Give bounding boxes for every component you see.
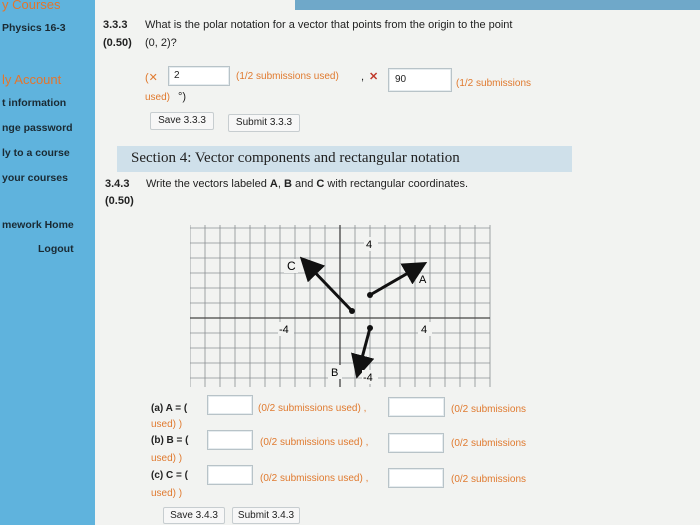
vector-c-tail	[349, 308, 355, 314]
sidebar-item-change-password[interactable]: nge password	[2, 122, 73, 134]
submissions-used-2-cont: used)	[145, 92, 171, 103]
q-text-pre: Write the vectors labeled	[146, 178, 270, 190]
vector-a-ref: A	[269, 178, 278, 190]
sidebar-item-logout[interactable]: Logout	[38, 243, 74, 255]
header-strip	[295, 0, 700, 10]
vector-a-y-input[interactable]	[388, 397, 445, 417]
comma-separator: ,	[361, 71, 365, 83]
question-points-2: (0.50)	[105, 195, 134, 207]
sidebar-item-apply-to-course[interactable]: ly to a course	[2, 147, 70, 159]
save-3-3-3-button[interactable]: Save 3.3.3	[150, 112, 214, 130]
angle-value: 90	[395, 74, 407, 85]
sidebar-item-your-courses[interactable]: your courses	[2, 172, 68, 184]
row-a-submissions-left: (0/2 submissions used) ,	[258, 403, 367, 414]
sidebar-item-homework-home[interactable]: mework Home	[2, 219, 74, 231]
question-text-2: Write the vectors labeled A, B and C wit…	[146, 178, 468, 190]
magnitude-input[interactable]: 2	[168, 66, 230, 86]
sidebar-item-my-account[interactable]: ly Account	[2, 72, 61, 87]
row-a-submissions-right: (0/2 submissions	[451, 404, 527, 415]
row-a-cont: used) )	[151, 419, 183, 430]
submit-3-3-3-button[interactable]: Submit 3.3.3	[228, 114, 300, 132]
tick-left-label: -4	[279, 324, 289, 336]
vector-c-x-input[interactable]	[207, 465, 253, 485]
row-c-submissions-left: (0/2 submissions used) ,	[260, 473, 369, 484]
vector-b-tail	[367, 325, 373, 331]
question-points: (0.50)	[103, 37, 132, 49]
section-header: Section 4: Vector components and rectang…	[117, 146, 572, 172]
question-text: What is the polar notation for a vector …	[145, 19, 513, 31]
sidebar: y Courses Physics 16-3 ly Account t info…	[0, 0, 95, 525]
question-number: 3.3.3	[103, 19, 128, 31]
row-b-submissions-left: (0/2 submissions used) ,	[260, 437, 369, 448]
tick-bottom-label: -4	[363, 372, 373, 384]
sidebar-item-account-information[interactable]: t information	[2, 97, 66, 109]
magnitude-value: 2	[174, 70, 180, 81]
angle-input[interactable]: 90	[388, 68, 452, 92]
submit-3-4-3-button[interactable]: Submit 3.4.3	[232, 507, 300, 524]
section-title: Section 4: Vector components and rectang…	[131, 150, 460, 166]
vector-a-x-input[interactable]	[207, 395, 253, 415]
row-c-submissions-right: (0/2 submissions	[451, 474, 527, 485]
q-text-sep2: and	[291, 178, 317, 190]
submissions-used-2: (1/2 submissions	[456, 78, 532, 89]
vector-c-label: C	[287, 259, 296, 273]
sidebar-item-courses[interactable]: y Courses	[2, 0, 61, 12]
vector-a-tail	[367, 292, 373, 298]
vector-a-label: A	[419, 274, 427, 286]
question-number-2: 3.4.3	[105, 178, 130, 190]
vector-b-ref: B	[284, 178, 292, 190]
vector-grid-graph: 4 -4 4 -4 C A B	[190, 225, 491, 387]
incorrect-mark-icon: ✕	[369, 71, 379, 83]
submissions-used-1: (1/2 submissions used)	[236, 71, 339, 82]
row-b-submissions-right: (0/2 submissions	[451, 438, 527, 449]
vector-b-arrow	[351, 327, 375, 379]
paren-open: (✕	[145, 72, 158, 84]
row-c-label: (c) C = (	[151, 470, 188, 481]
vector-b-label: B	[331, 367, 338, 379]
row-b-label: (b) B = (	[151, 435, 189, 446]
vector-c-y-input[interactable]	[388, 468, 444, 488]
vector-b-x-input[interactable]	[207, 430, 253, 450]
row-c-cont: used) )	[151, 488, 183, 499]
row-a-label: (a) A = (	[151, 403, 188, 414]
sidebar-item-physics[interactable]: Physics 16-3	[2, 22, 66, 34]
q-text-post: with rectangular coordinates.	[324, 178, 469, 190]
row-b-cont: used) )	[151, 453, 183, 464]
question-text-cont: (0, 2)?	[145, 37, 177, 49]
vector-c-arrow	[299, 256, 354, 313]
tick-right-label: 4	[421, 324, 427, 336]
save-3-4-3-button[interactable]: Save 3.4.3	[163, 507, 225, 524]
vector-a-arrow	[369, 262, 428, 297]
vector-b-y-input[interactable]	[388, 433, 444, 453]
tick-top-label: 4	[366, 239, 372, 251]
degree-close: °)	[178, 91, 187, 103]
